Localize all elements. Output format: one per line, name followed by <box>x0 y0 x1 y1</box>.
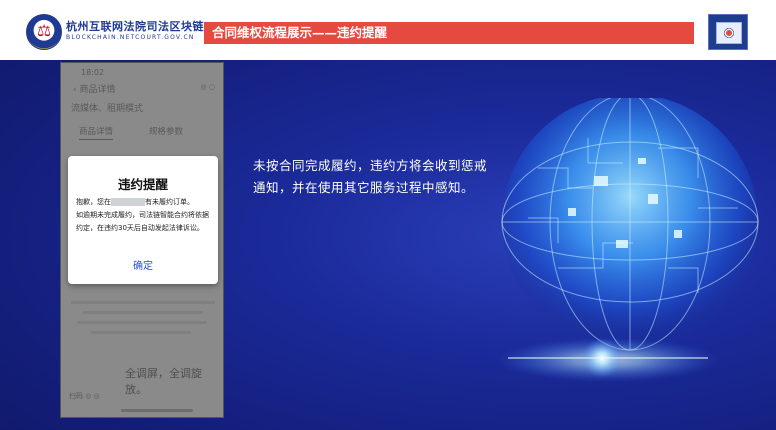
phone-text-line <box>71 301 215 304</box>
phone-tab-details: 商品详情 <box>79 125 114 140</box>
phone-page-header: ‹ 商品详情 <box>73 85 116 95</box>
breach-reminder-dialog: 违约提醒 抱歉，您在 有未履约订单。 如逾期未完成履约，司法链智能合约将依据约定，… <box>68 156 218 284</box>
digital-globe-image <box>498 98 759 382</box>
dialog-body: 抱歉，您在 有未履约订单。 如逾期未完成履约，司法链智能合约将依据约定，在违约30… <box>76 196 212 235</box>
org-name: 杭州互联网法院司法区块链 <box>66 20 204 33</box>
dialog-line1-prefix: 抱歉，您在 <box>76 198 111 206</box>
org-domain: BLOCKCHAIN.NETCOURT.GOV.CN <box>66 34 195 41</box>
confirm-button[interactable]: 确定 <box>68 257 218 272</box>
corner-badge <box>708 14 748 50</box>
phone-promo-text: 全调屏，全调旋放。 <box>125 367 202 396</box>
page-title: 合同维权流程展示——违约提醒 <box>204 22 694 44</box>
phone-tab-specs: 规格参数 <box>149 127 184 137</box>
phone-status-icons: ◎ ○ <box>200 83 215 91</box>
court-emblem-icon <box>26 14 62 50</box>
phone-subtitle: 流媒体、租期模式 <box>71 104 144 114</box>
phone-text-line <box>83 311 203 314</box>
phone-footer: 扫码 ◎ ◎ <box>69 392 100 400</box>
dialog-line2: 如逾期未完成履约，司法链智能合约将依据约定，在违约30天后自动发起法律诉讼。 <box>76 211 209 232</box>
phone-text-line <box>91 331 191 334</box>
dialog-line1-suffix: 有未履约订单。 <box>145 198 194 206</box>
phone-time: 18:02 <box>81 68 105 77</box>
description-text: 未按合同完成履约，违约方将会收到惩戒通知，并在使用其它服务过程中感知。 <box>253 158 488 195</box>
dialog-title: 违约提醒 <box>117 177 168 192</box>
phone-text-line <box>77 321 207 324</box>
phone-scroll-indicator <box>121 409 193 412</box>
badge-logo-icon <box>716 22 742 44</box>
redacted-field <box>111 198 145 206</box>
